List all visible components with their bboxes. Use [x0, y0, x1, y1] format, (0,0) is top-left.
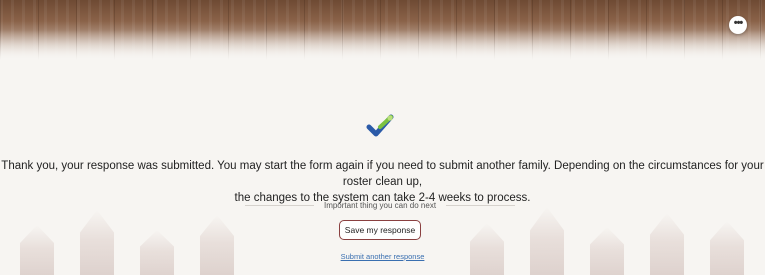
- header-background-image: [0, 0, 765, 60]
- more-dots-icon: •••: [733, 17, 744, 29]
- next-steps-divider: Important thing you can do next: [245, 199, 516, 211]
- more-options-button[interactable]: •••: [729, 16, 747, 34]
- confirmation-message-line-1: Thank you, your response was submitted. …: [1, 160, 764, 188]
- checkmark-icon: [366, 114, 394, 137]
- save-my-response-button[interactable]: Save my response: [339, 220, 421, 240]
- submit-another-response-label[interactable]: Submit another response: [341, 252, 425, 261]
- submit-another-response-link[interactable]: Submit another response: [0, 252, 765, 261]
- next-steps-heading: Important thing you can do next: [323, 200, 437, 210]
- divider-line-right: [446, 204, 516, 206]
- divider-line-left: [245, 204, 314, 206]
